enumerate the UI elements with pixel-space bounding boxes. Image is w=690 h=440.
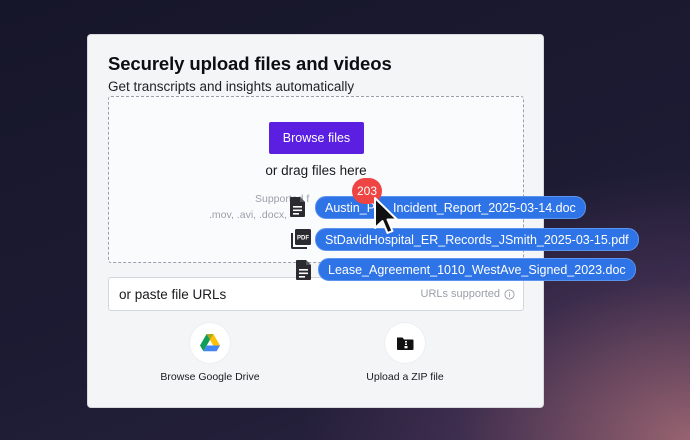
browse-files-button[interactable]: Browse files: [269, 122, 364, 154]
supported-formats-list: .mov, .avi, .docx,: [209, 209, 287, 221]
zip-upload-source[interactable]: Upload a ZIP file: [325, 323, 485, 383]
google-drive-label: Browse Google Drive: [160, 371, 260, 383]
google-drive-source[interactable]: Browse Google Drive: [130, 323, 290, 383]
zip-upload-label: Upload a ZIP file: [366, 371, 444, 383]
document-icon: [290, 197, 305, 217]
document-icon: [296, 260, 311, 280]
google-drive-icon: [200, 334, 220, 352]
pdf-icon: PDF: [291, 229, 311, 249]
url-hint: URLs supported: [421, 288, 516, 300]
info-icon[interactable]: [504, 288, 515, 300]
drag-files-text: or drag files here: [265, 163, 367, 178]
url-field[interactable]: URLs supported: [108, 277, 524, 311]
mouse-pointer-icon: [374, 197, 398, 234]
paste-url-input[interactable]: [119, 278, 379, 310]
page-title: Securely upload files and videos: [108, 53, 392, 74]
url-supported-label: URLs supported: [420, 288, 501, 300]
page-subtitle: Get transcripts and insights automatical…: [108, 79, 355, 94]
zip-folder-icon: [397, 337, 414, 350]
dragged-file-name-rest: Incident_Report_2025-03-14.doc: [393, 201, 576, 215]
upload-card: Securely upload files and videos Get tra…: [87, 34, 544, 408]
dragged-file-pill: Lease_Agreement_1010_WestAve_Signed_2023…: [318, 258, 636, 281]
svg-text:PDF: PDF: [297, 236, 309, 242]
dragged-file-pill: StDavidHospital_ER_Records_JSmith_2025-0…: [315, 228, 639, 251]
